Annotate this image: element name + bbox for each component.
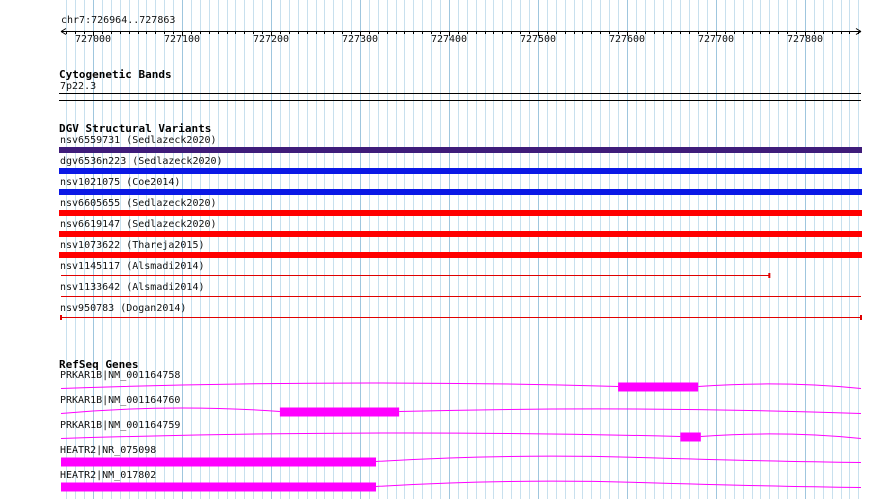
refseq-gene-label[interactable]: HEATR2|NM_017802	[60, 470, 156, 482]
dgv-feature-label[interactable]: nsv6619147 (Sedlazeck2020)	[60, 219, 217, 231]
dgv-feature-bar	[59, 168, 862, 174]
ruler-tick-label: 727000	[74, 34, 112, 45]
refseq-gene-label[interactable]: PRKAR1B|NM_001164760	[60, 395, 180, 407]
ruler-tick-label: 727800	[786, 34, 824, 45]
dgv-feature-label[interactable]: nsv950783 (Dogan2014)	[60, 303, 186, 315]
dgv-feature-start-tick	[60, 315, 62, 320]
ruler-tick-label: 727600	[608, 34, 646, 45]
dgv-feature-label[interactable]: nsv1145117 (Alsmadi2014)	[60, 261, 205, 273]
refseq-gene-intron	[60, 407, 862, 414]
cytoband-label: 7p22.3	[60, 81, 97, 92]
refseq-gene-exon	[618, 382, 699, 392]
dgv-feature-label[interactable]: nsv6559731 (Sedlazeck2020)	[60, 135, 217, 147]
refseq-gene-intron	[60, 432, 862, 439]
ruler-tick-label: 727500	[519, 34, 557, 45]
dgv-feature-bar	[59, 210, 862, 216]
refseq-gene-label[interactable]: PRKAR1B|NM_001164758	[60, 370, 180, 382]
dgv-feature-bar	[59, 147, 862, 153]
refseq-gene-exon	[279, 407, 400, 417]
refseq-gene-exon	[680, 432, 701, 442]
dgv-feature-end-tick	[860, 315, 862, 320]
dgv-feature-label[interactable]: nsv6605655 (Sedlazeck2020)	[60, 198, 217, 210]
ruler-tick-label: 727200	[252, 34, 290, 45]
refseq-gene-exon	[61, 482, 377, 492]
refseq-gene-intron	[60, 382, 862, 389]
genome-browser: chr7:726964..727863 727000 727100 727200 72…	[0, 0, 890, 499]
cytoband-track-title: Cytogenetic Bands	[59, 68, 172, 81]
ruler-tick-label: 727100	[163, 34, 201, 45]
dgv-track-title: DGV Structural Variants	[59, 122, 212, 135]
ruler-tick-label: 727700	[697, 34, 735, 45]
ruler-tick-label: 727400	[430, 34, 468, 45]
dgv-feature-label[interactable]: nsv1073622 (Thareja2015)	[60, 240, 205, 252]
dgv-feature-label[interactable]: dgv6536n223 (Sedlazeck2020)	[60, 156, 223, 168]
dgv-feature-bar	[59, 231, 862, 237]
dgv-feature-bar	[59, 189, 862, 195]
dgv-feature-bar	[59, 252, 862, 258]
ruler-tick-label: 727300	[341, 34, 379, 45]
dgv-feature-label[interactable]: nsv1021075 (Coe2014)	[60, 177, 180, 189]
refseq-gene-label[interactable]: HEATR2|NR_075098	[60, 445, 156, 457]
refseq-gene-label[interactable]: PRKAR1B|NM_001164759	[60, 420, 180, 432]
locus-label: chr7:726964..727863	[61, 15, 176, 26]
dgv-feature-label[interactable]: nsv1133642 (Alsmadi2014)	[60, 282, 205, 294]
dgv-feature-end-tick	[768, 273, 771, 278]
refseq-gene-exon	[61, 457, 377, 467]
